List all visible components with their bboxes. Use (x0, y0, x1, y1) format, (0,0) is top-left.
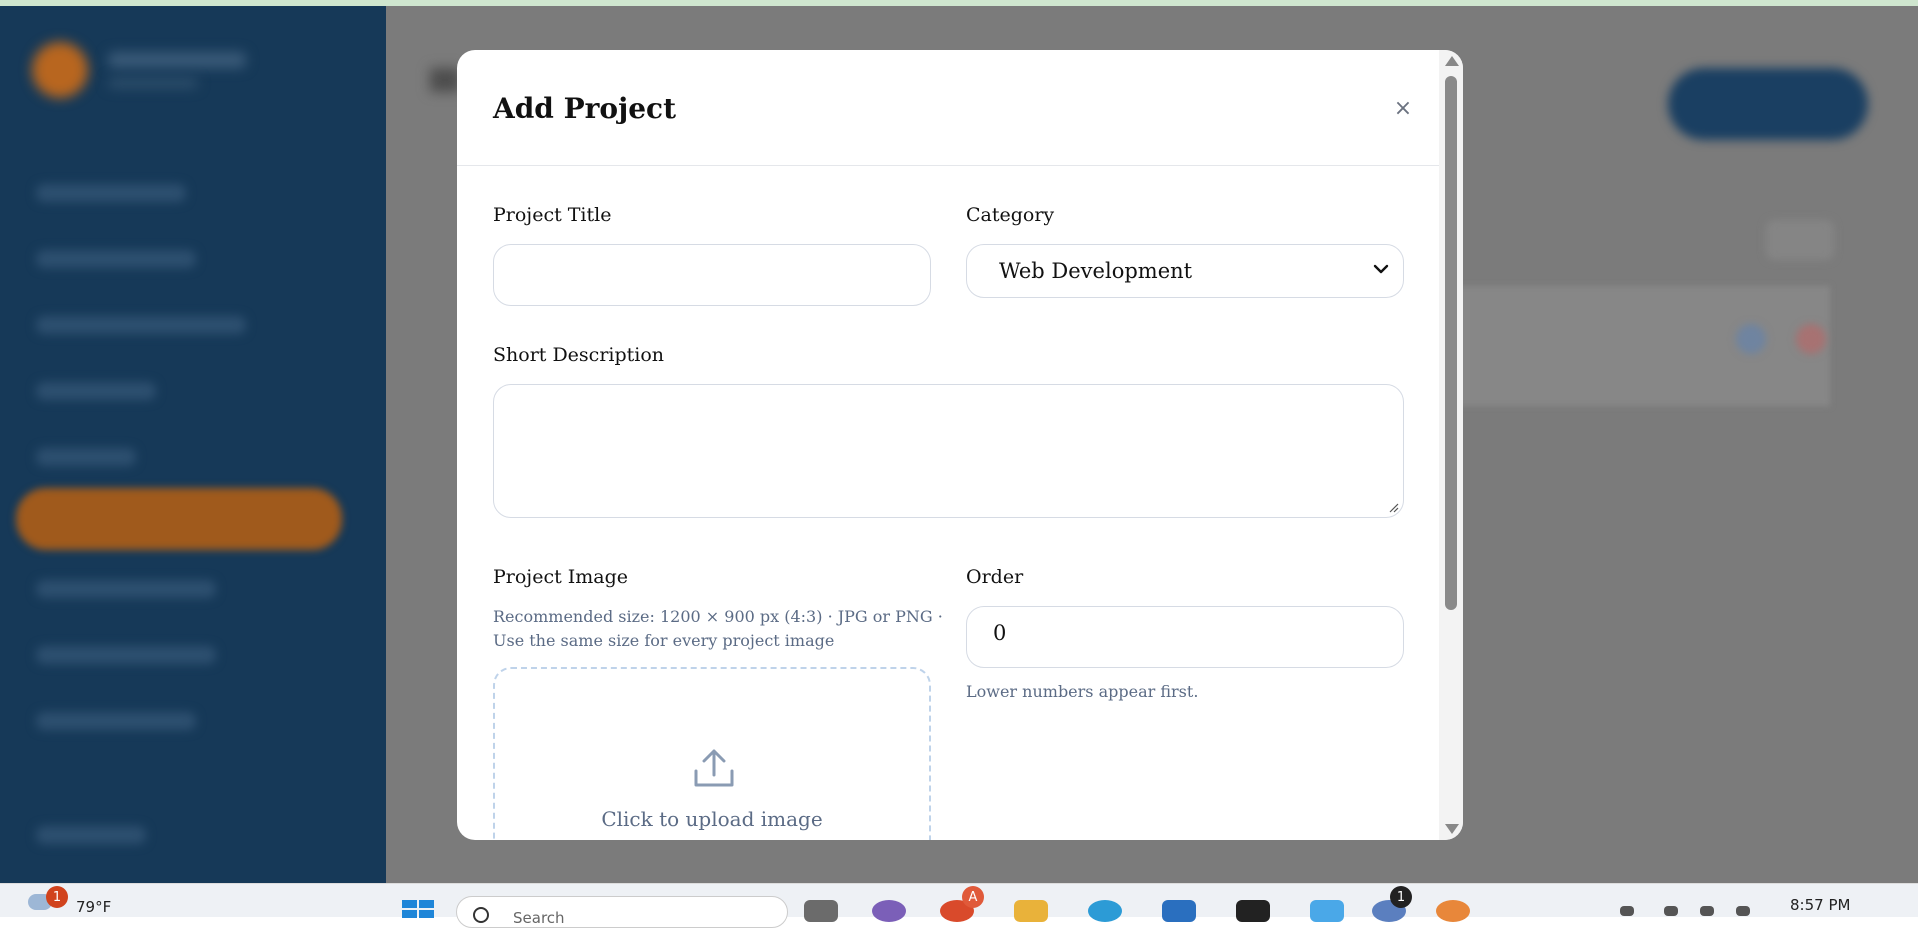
blurred-page-title (430, 68, 460, 92)
short-description-label: Short Description (493, 344, 665, 366)
order-input[interactable]: 0 (966, 606, 1404, 668)
blurred-brand (108, 52, 246, 68)
blurred-nav-item (36, 184, 186, 202)
blurred-nav-item (36, 712, 196, 730)
scrollbar-thumb[interactable] (1445, 76, 1457, 610)
project-image-label: Project Image (493, 566, 629, 588)
project-title-label: Project Title (493, 204, 612, 226)
search-placeholder: Search (513, 909, 565, 927)
tray-chevron-icon[interactable] (1620, 906, 1634, 916)
blurred-nav-item (36, 316, 246, 334)
project-title-input[interactable] (493, 244, 931, 306)
category-select[interactable]: Web Development (966, 244, 1404, 298)
blurred-add-button (1668, 68, 1868, 140)
notion-icon[interactable] (1236, 900, 1270, 922)
search-icon (473, 907, 489, 923)
upload-text: Click to upload image (601, 807, 823, 831)
clock-time[interactable]: 8:57 PM (1790, 896, 1850, 914)
blurred-nav-item (36, 250, 196, 268)
app-icon[interactable] (1436, 900, 1470, 922)
category-label: Category (966, 204, 1055, 226)
modal-scrollbar[interactable] (1439, 50, 1463, 840)
mail-badge: 1 (1390, 886, 1412, 908)
task-view-icon[interactable] (804, 900, 838, 922)
blurred-nav-item (36, 448, 136, 466)
windows-start-icon[interactable] (402, 900, 434, 918)
volume-icon[interactable] (1700, 906, 1714, 916)
wifi-icon[interactable] (1664, 906, 1678, 916)
image-size-hint: Recommended size: 1200 × 900 px (4:3) · … (493, 607, 943, 626)
blurred-brand-sub (108, 78, 198, 88)
chat-app-icon[interactable] (872, 900, 906, 922)
order-hint: Lower numbers appear first. (966, 682, 1199, 701)
close-icon[interactable]: × (1389, 94, 1417, 122)
blurred-sidebar (0, 6, 386, 883)
order-value: 0 (993, 621, 1007, 645)
image-size-hint-2: Use the same size for every project imag… (493, 631, 835, 650)
scroll-up-arrow-icon[interactable] (1445, 56, 1459, 66)
blurred-nav-item (36, 826, 146, 844)
blurred-nav-item (36, 646, 216, 664)
file-explorer-icon[interactable] (1014, 900, 1048, 922)
resize-handle-icon[interactable] (1387, 501, 1399, 513)
upload-icon (694, 749, 734, 787)
taskbar: 1 79°F Search A 1 8:57 PM (0, 883, 1918, 928)
category-selected-value: Web Development (999, 259, 1193, 283)
order-label: Order (966, 566, 1024, 588)
short-description-textarea[interactable] (493, 384, 1404, 518)
blurred-logo (32, 42, 88, 98)
blurred-nav-item (36, 382, 156, 400)
scroll-down-arrow-icon[interactable] (1445, 824, 1459, 834)
image-upload-dropzone[interactable]: Click to upload image (493, 667, 931, 840)
taskbar-search[interactable]: Search (456, 896, 788, 928)
chevron-down-icon (1373, 264, 1389, 274)
blurred-edit-icon (1736, 324, 1766, 354)
modal-header: Add Project × (457, 50, 1439, 166)
weather-badge: 1 (46, 886, 68, 908)
edge-icon[interactable] (1088, 900, 1122, 922)
add-project-modal: Add Project × Project Title Category Web… (457, 50, 1463, 840)
store-icon[interactable] (1162, 900, 1196, 922)
weather-temp[interactable]: 79°F (76, 898, 111, 916)
blurred-nav-item (36, 580, 216, 598)
blurred-delete-icon (1796, 324, 1826, 354)
blurred-filter-button (1766, 220, 1834, 260)
chrome-profile-badge: A (962, 886, 984, 908)
blurred-nav-item-active (16, 488, 342, 550)
files-app-icon[interactable] (1310, 900, 1344, 922)
modal-title: Add Project (493, 92, 677, 125)
battery-icon[interactable] (1736, 906, 1750, 916)
